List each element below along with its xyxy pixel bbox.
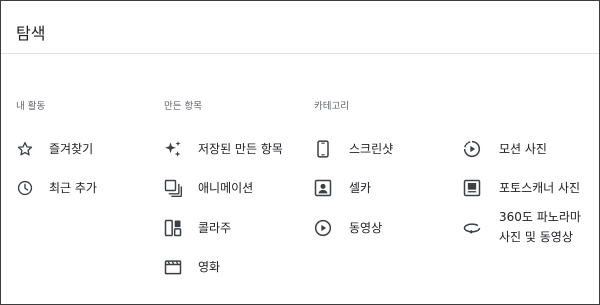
section-title-categories: 카테고리: [314, 101, 349, 112]
animation-stack-icon: [163, 178, 183, 198]
movie-item[interactable]: 영화: [163, 256, 220, 278]
panorama-360-item[interactable]: 360도 파노라마 사진 및 동영상: [462, 209, 581, 245]
selfies-label: 셀카: [349, 181, 372, 195]
panorama-360-label-line2: 사진 및 동영상: [499, 230, 573, 244]
motion-photo-icon: [462, 139, 482, 159]
movie-label: 영화: [198, 260, 221, 274]
collage-icon: [163, 218, 183, 238]
photoscan-label: 포토스캐너 사진: [499, 181, 581, 195]
page-title: 탐색: [16, 24, 46, 43]
photoscan-icon: [462, 178, 482, 198]
screenshots-item[interactable]: 스크린샷: [313, 138, 393, 160]
section-title-creations: 만든 항목: [164, 101, 202, 112]
panorama-360-label: 360도 파노라마 사진 및 동영상: [499, 209, 581, 245]
panorama-360-label-line1: 360도 파노라마: [499, 210, 581, 224]
motion-photos-item[interactable]: 모션 사진: [462, 138, 547, 160]
section-title-activity: 내 활동: [16, 101, 46, 112]
animation-label: 애니메이션: [198, 181, 254, 195]
clock-icon: [15, 178, 35, 198]
saved-creations-label: 저장된 만든 항목: [198, 142, 283, 156]
section-categories: 카테고리: [314, 97, 349, 117]
videos-item[interactable]: 동영상: [313, 217, 382, 239]
explore-panel: 탐색 내 활동 즐겨찾기 최근 추가 만든 항목 저장된 만든 항목 애니메이션…: [0, 0, 600, 305]
play-circle-icon: [313, 218, 333, 238]
selfies-item[interactable]: 셀카: [313, 177, 371, 199]
photoscan-item[interactable]: 포토스캐너 사진: [462, 177, 580, 199]
header: 탐색: [1, 1, 599, 54]
section-activity: 내 활동: [16, 97, 45, 117]
motion-photos-label: 모션 사진: [499, 142, 547, 156]
phone-screenshot-icon: [313, 139, 333, 159]
collage-item[interactable]: 콜라주: [163, 217, 231, 239]
section-creations: 만든 항목: [164, 97, 202, 117]
sparkle-icon: [163, 139, 183, 159]
panorama-360-icon: [462, 218, 482, 238]
videos-label: 동영상: [349, 221, 383, 235]
star-outline-icon: [15, 139, 35, 159]
selfie-portrait-icon: [313, 178, 333, 198]
collage-label: 콜라주: [198, 221, 232, 235]
recently-added-item[interactable]: 최근 추가: [15, 177, 97, 199]
saved-creations-item[interactable]: 저장된 만든 항목: [163, 138, 283, 160]
recently-added-label: 최근 추가: [49, 181, 97, 195]
favorites-item[interactable]: 즐겨찾기: [15, 138, 93, 160]
screenshots-label: 스크린샷: [349, 142, 394, 156]
animation-item[interactable]: 애니메이션: [163, 177, 253, 199]
movie-clapper-icon: [163, 257, 183, 277]
favorites-label: 즐겨찾기: [49, 142, 94, 156]
